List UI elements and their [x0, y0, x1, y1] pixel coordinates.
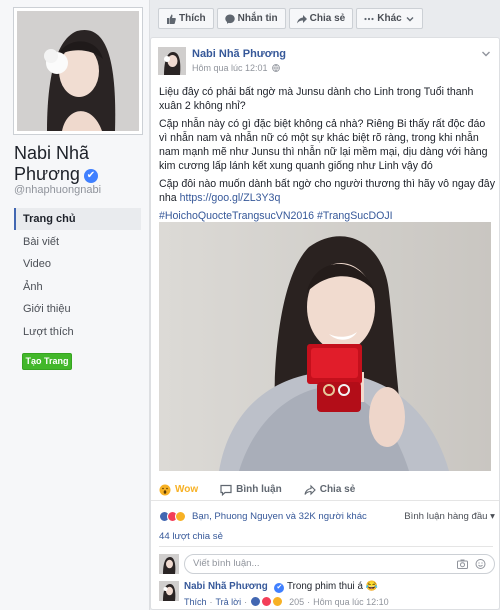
post-paragraph-3: Cặp đôi nào muốn dành bất ngờ cho người …: [159, 177, 495, 205]
commenter-avatar-image: [159, 554, 179, 574]
share-page-label: Chia sẻ: [309, 13, 346, 24]
comment-like-reaction-icon: [250, 596, 262, 607]
more-label: Khác: [377, 13, 402, 24]
comment-bubble-icon: [220, 484, 232, 496]
comment-sort-dropdown[interactable]: Bình luận hàng đầu ▾: [404, 511, 495, 522]
post-photo-image: [159, 222, 491, 471]
more-dots-icon: [364, 17, 374, 20]
camera-icon[interactable]: [457, 559, 468, 569]
share-icon: [304, 484, 316, 495]
share-page-button[interactable]: Chia sẻ: [288, 8, 354, 29]
share-arrow-icon: [296, 14, 307, 23]
post-hashtags[interactable]: #HoichoQuocteTrangsucVN2016 #TrangSucDOJ…: [159, 209, 495, 223]
comment-input[interactable]: Viết bình luận...: [184, 554, 495, 574]
post-paragraph-1: Liệu đây có phải bất ngờ mà Junsu dành c…: [159, 86, 474, 112]
comment-text: Trong phim thui á: [287, 581, 363, 592]
wow-emoji-icon: [159, 484, 171, 495]
comment-reaction-count[interactable]: 205: [289, 597, 304, 607]
chevron-down-icon: [406, 16, 414, 21]
commenter-avatar: [159, 554, 179, 574]
avatar-image: [158, 47, 186, 75]
more-button[interactable]: Khác: [356, 8, 423, 29]
comment-like-link[interactable]: Thích: [184, 597, 207, 607]
wow-reaction-button[interactable]: Wow: [159, 484, 198, 496]
comment-avatar-image: [159, 581, 179, 601]
comment-sort-label: Bình luận hàng đầu: [404, 510, 488, 522]
messenger-icon: [224, 14, 235, 24]
comment-time[interactable]: Hôm qua lúc 12:10: [313, 597, 389, 607]
nav-item-likes[interactable]: Lượt thích: [14, 321, 141, 343]
comment-author-avatar[interactable]: [159, 581, 179, 601]
nav-item-videos[interactable]: Video: [14, 253, 141, 275]
profile-picture[interactable]: [14, 8, 142, 134]
comment-love-reaction-icon: [261, 596, 273, 607]
separator: ·: [209, 596, 213, 607]
nav-item-posts[interactable]: Bài viết: [14, 231, 141, 253]
post-paragraph-2: Cặp nhẫn này có gì đặc biệt không cả nhà…: [159, 118, 488, 172]
create-page-button[interactable]: Tạo Trang: [22, 353, 72, 370]
message-button[interactable]: Nhắn tin: [216, 8, 286, 29]
comment-input-placeholder: Viết bình luận...: [193, 558, 260, 569]
wow-reaction-label: Wow: [175, 484, 199, 495]
comment-author-name[interactable]: Nabi Nhã Phương: [184, 581, 268, 592]
like-page-label: Thích: [179, 13, 206, 24]
post-timestamp[interactable]: Hôm qua lúc 12:01: [192, 63, 280, 73]
post-time-text: Hôm qua lúc 12:01: [192, 63, 268, 73]
profile-name-text: Nabi Nhã Phương: [14, 143, 90, 184]
comment-label: Bình luận: [236, 484, 282, 495]
share-button[interactable]: Chia sẻ: [304, 484, 356, 496]
thumbs-up-icon: [167, 14, 176, 24]
comment-body: Nabi Nhã Phương ✔ Trong phim thui á 😂: [184, 581, 378, 593]
post-text: Liệu đây có phải bất ngờ mà Junsu dành c…: [159, 85, 495, 227]
post-author-name[interactable]: Nabi Nhã Phương: [192, 48, 286, 60]
message-label: Nhắn tin: [237, 13, 278, 24]
reaction-summary-text: Bạn, Phuong Nguyen và 32K người khác: [192, 510, 367, 522]
divider: [159, 546, 493, 547]
nav-item-about[interactable]: Giới thiệu: [14, 298, 141, 320]
share-count[interactable]: 44 lượt chia sẻ: [159, 531, 223, 542]
comment-meta: Thích · Trả lời · 205 · Hôm qua lúc 12:1…: [184, 596, 389, 607]
nav-item-home[interactable]: Trang chủ: [14, 208, 141, 230]
wow-reaction-icon: [175, 510, 186, 522]
comment-haha-reaction-icon: [272, 596, 284, 607]
emoji-smile-icon[interactable]: [475, 559, 486, 569]
post-link[interactable]: https://goo.gl/ZL3Y3q: [180, 192, 281, 204]
nav-item-photos[interactable]: Ảnh: [14, 276, 141, 298]
comment-emoji: 😂: [365, 581, 378, 592]
page-action-bar: Thích Nhắn tin Chia sẻ Khác: [158, 8, 426, 29]
share-label: Chia sẻ: [319, 484, 356, 495]
comment-reply-link[interactable]: Trả lời: [216, 597, 242, 607]
left-column: Nabi Nhã Phương ✔ @nhaphuongnabi Trang ch…: [0, 0, 150, 610]
post-options-chevron-icon[interactable]: [481, 49, 491, 59]
post-action-bar: Wow Bình luận Chia sẻ: [151, 479, 499, 501]
page-nav: Trang chủ Bài viết Video Ảnh Giới thiệu …: [14, 208, 141, 344]
profile-handle: @nhaphuongnabi: [14, 184, 102, 196]
profile-photo-image: [17, 11, 139, 131]
post-photo[interactable]: [159, 222, 491, 471]
profile-name[interactable]: Nabi Nhã Phương ✔: [14, 143, 146, 185]
comment-button[interactable]: Bình luận: [220, 484, 282, 496]
reaction-summary[interactable]: Bạn, Phuong Nguyen và 32K người khác Bìn…: [159, 508, 495, 524]
post-author-avatar[interactable]: [158, 47, 186, 75]
comment-verified-icon: ✔: [274, 583, 285, 593]
verified-badge-icon: ✔: [83, 169, 98, 183]
separator: ·: [307, 596, 311, 607]
globe-icon: [272, 64, 280, 72]
like-page-button[interactable]: Thích: [158, 8, 214, 29]
separator: ·: [244, 596, 248, 607]
post-card: Nabi Nhã Phương Hôm qua lúc 12:01 Liệu đ…: [150, 37, 500, 610]
